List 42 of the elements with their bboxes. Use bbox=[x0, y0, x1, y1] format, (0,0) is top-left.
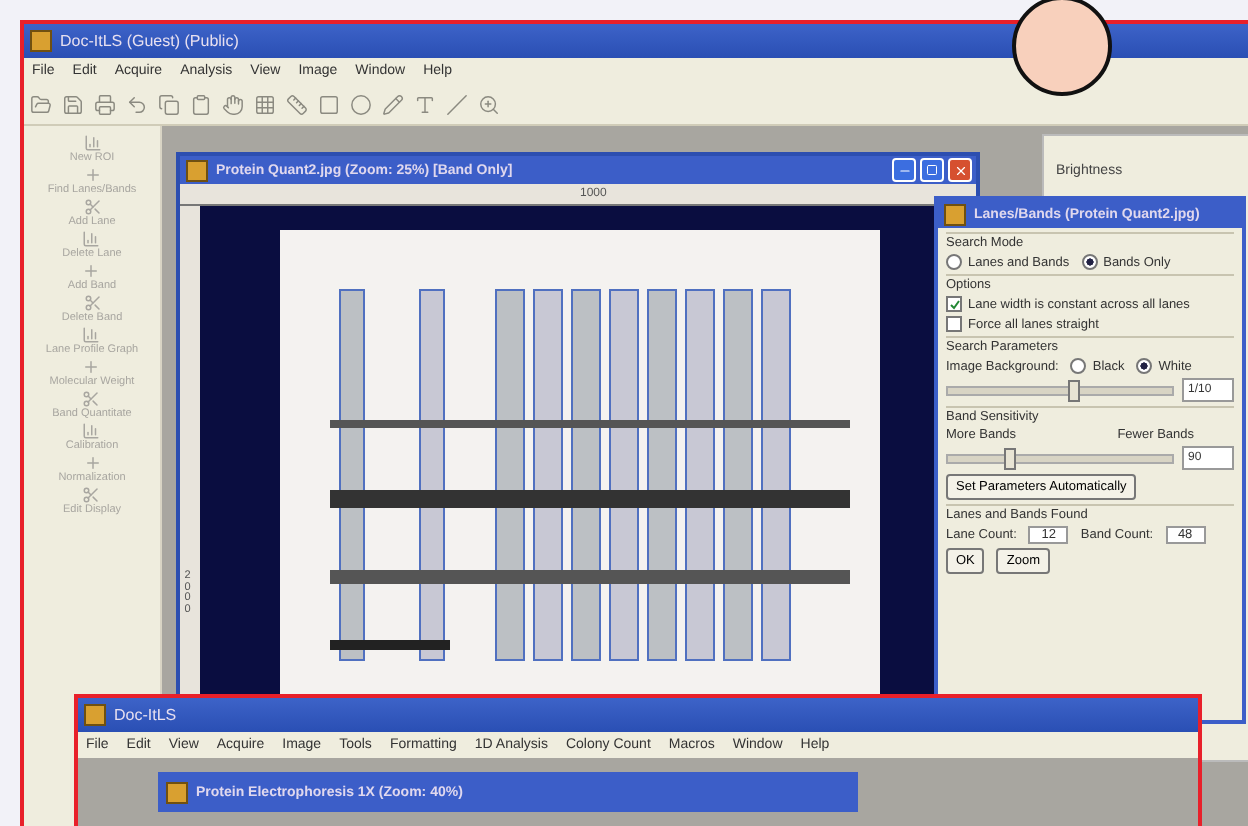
app-icon bbox=[84, 704, 106, 726]
window-title: Doc-ItLS bbox=[114, 706, 177, 724]
undo-icon[interactable] bbox=[126, 93, 148, 115]
print-icon[interactable] bbox=[94, 93, 116, 115]
save-icon[interactable] bbox=[62, 93, 84, 115]
scissors-icon bbox=[82, 390, 101, 408]
text-icon[interactable] bbox=[414, 93, 436, 115]
scissors-icon bbox=[82, 486, 101, 504]
maximize-icon bbox=[926, 164, 938, 176]
scissors-icon bbox=[83, 198, 101, 216]
copy-icon[interactable] bbox=[158, 93, 180, 115]
plus-icon bbox=[82, 358, 101, 376]
slider-thumb[interactable] bbox=[1067, 379, 1080, 401]
window-title: Doc-ItLS (Guest) (Public) bbox=[60, 32, 239, 50]
document-icon bbox=[166, 781, 188, 803]
ellipse-icon[interactable] bbox=[350, 93, 372, 115]
open-icon[interactable] bbox=[30, 93, 52, 115]
grid-icon[interactable] bbox=[254, 93, 276, 115]
hand-icon[interactable] bbox=[222, 93, 244, 115]
document-icon bbox=[186, 159, 208, 181]
chart-icon bbox=[82, 422, 101, 440]
slider-thumb[interactable] bbox=[1004, 447, 1017, 469]
scissors-icon bbox=[83, 294, 101, 312]
zoom-icon[interactable] bbox=[478, 93, 500, 115]
minimize-button[interactable] bbox=[892, 158, 916, 182]
pencil-icon[interactable] bbox=[382, 93, 404, 115]
plus-icon bbox=[83, 454, 101, 472]
close-button[interactable] bbox=[948, 158, 972, 182]
plus-icon bbox=[82, 262, 101, 280]
maximize-button[interactable] bbox=[920, 158, 944, 182]
chart-icon bbox=[82, 230, 101, 248]
chart-icon bbox=[83, 134, 101, 152]
line-icon[interactable] bbox=[446, 93, 468, 115]
app-icon bbox=[30, 30, 52, 52]
paste-icon[interactable] bbox=[190, 93, 212, 115]
check-icon bbox=[949, 299, 959, 309]
ruler-icon[interactable] bbox=[286, 93, 308, 115]
chart-icon bbox=[82, 326, 101, 344]
rectangle-icon[interactable] bbox=[318, 93, 340, 115]
dialog-icon bbox=[944, 203, 966, 225]
plus-icon bbox=[83, 166, 101, 184]
close-icon bbox=[953, 163, 967, 177]
